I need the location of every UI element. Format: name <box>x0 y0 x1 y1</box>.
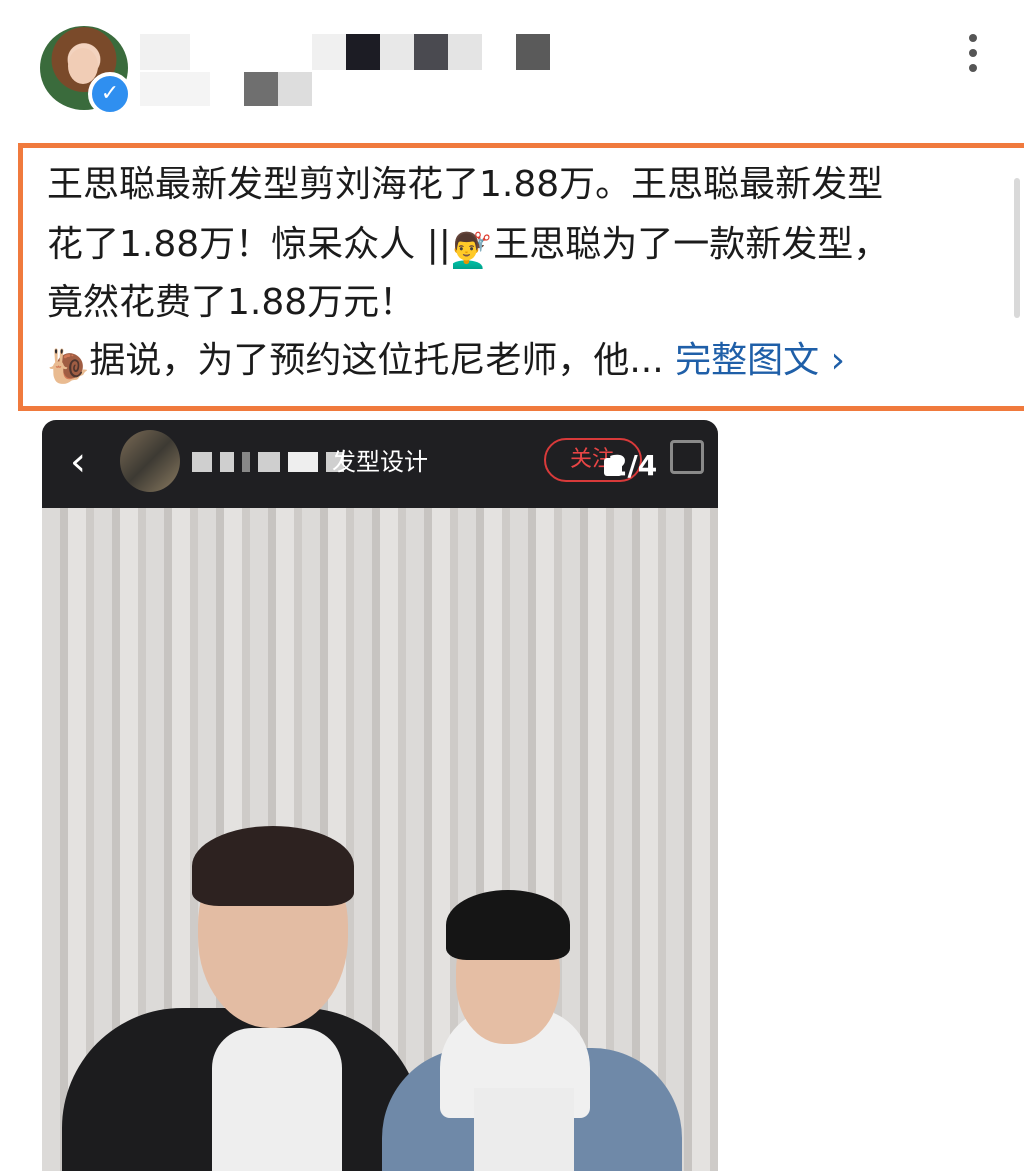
back-chevron-icon[interactable]: ‹ <box>70 438 86 486</box>
more-vertical-icon[interactable] <box>958 30 988 74</box>
post-header: ✓ <box>0 0 1024 130</box>
haircut-emoji-icon: 💇‍♂️ <box>450 231 494 271</box>
post-text-line-2a: 花了1.88万！惊呆众人 || <box>47 224 451 265</box>
post-text-line-2b: 王思聪为了一款新发型， <box>493 224 890 265</box>
image-card[interactable]: ‹ 发型设计 关注 2/4 <box>42 420 718 1171</box>
post-text-line-2: 花了1.88万！惊呆众人 ||💇‍♂️王思聪为了一款新发型， <box>47 216 889 280</box>
person-2-shirt <box>474 1088 574 1171</box>
person-1-shirt <box>212 1028 342 1171</box>
post-text-line-4-text: 据说，为了预约这位托尼老师，他... <box>89 340 664 381</box>
card-author-blurred <box>192 452 344 472</box>
expand-icon[interactable] <box>670 440 704 474</box>
post-meta-blurred <box>140 72 312 106</box>
image-counter: 2/4 <box>608 449 658 482</box>
person-2-cap <box>446 890 570 960</box>
card-avatar-blurred[interactable] <box>120 430 180 492</box>
snail-emoji-icon: 🐌 <box>47 347 90 387</box>
post-text-highlighted: 王思聪最新发型剪刘海花了1.88万。王思聪最新发型 花了1.88万！惊呆众人 |… <box>18 143 1024 411</box>
card-title: 发型设计 <box>332 448 428 476</box>
post-text-line-3: 竟然花费了1.88万元！ <box>47 282 416 323</box>
verified-check-icon: ✓ <box>88 72 132 116</box>
full-article-link[interactable]: 完整图文 › <box>675 340 845 381</box>
post-text-line-1: 王思聪最新发型剪刘海花了1.88万。王思聪最新发型 <box>47 164 884 205</box>
post-text-line-4: 🐌据说，为了预约这位托尼老师，他... 完整图文 › <box>47 332 845 396</box>
photo[interactable] <box>42 508 718 1171</box>
scrollbar[interactable] <box>1014 178 1020 318</box>
person-1-hair <box>192 826 354 906</box>
image-card-header: ‹ 发型设计 关注 2/4 <box>42 420 718 508</box>
author-name-blurred[interactable] <box>140 34 550 70</box>
